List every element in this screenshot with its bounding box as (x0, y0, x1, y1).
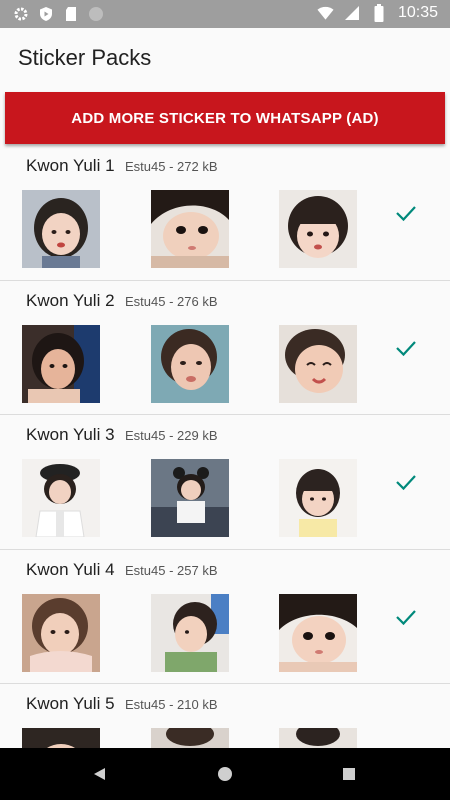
sticker-thumbnail (151, 728, 229, 748)
sticker-thumbnail (22, 324, 100, 403)
added-check-icon (396, 206, 416, 222)
sticker-pack-row[interactable]: Kwon Yuli 4 Estu45 - 257 kB (0, 550, 450, 684)
pack-meta: Estu45 - 210 kB (125, 697, 218, 712)
sticker-pack-row[interactable]: Kwon Yuli 3 Estu45 - 229 kB (0, 415, 450, 550)
pack-name: Kwon Yuli 2 (26, 290, 115, 310)
sticker-thumbnail (279, 459, 357, 537)
sd-card-icon (62, 5, 79, 22)
navigation-bar (0, 748, 450, 800)
sticker-thumbnail (279, 728, 357, 748)
add-more-sticker-ad-button[interactable]: ADD MORE STICKER TO WHATSAPP (AD) (5, 92, 445, 144)
sticker-thumbnail (22, 190, 100, 268)
sticker-thumbnail (22, 593, 100, 672)
sticker-pack-row[interactable]: Kwon Yuli 5 Estu45 - 210 kB (0, 684, 450, 748)
battery-icon (371, 4, 388, 22)
sticker-pack-row[interactable]: Kwon Yuli 2 Estu45 - 276 kB (0, 281, 450, 415)
sticker-thumbnail (151, 324, 229, 403)
added-check-icon (396, 340, 416, 356)
back-triangle-icon[interactable] (88, 762, 112, 786)
added-check-icon (396, 475, 416, 491)
pack-name: Kwon Yuli 4 (26, 559, 115, 579)
sticker-thumbnail (279, 190, 357, 268)
pack-name: Kwon Yuli 5 (26, 694, 115, 713)
sticker-thumbnail (151, 593, 229, 672)
pack-meta: Estu45 - 272 kB (125, 159, 218, 174)
recents-square-icon[interactable] (337, 762, 361, 786)
status-bar: 10:35 (0, 0, 450, 28)
sticker-thumbnail (151, 459, 229, 537)
circle-icon (87, 5, 104, 22)
sticker-thumbnail (22, 459, 100, 537)
wifi-icon (317, 5, 334, 22)
sticker-thumbnail (279, 324, 357, 403)
gear-icon (12, 5, 29, 22)
app-bar: Sticker Packs (0, 28, 450, 86)
signal-icon (344, 5, 361, 22)
sticker-thumbnail (22, 728, 100, 748)
sticker-thumbnail (279, 593, 357, 672)
sticker-pack-list[interactable]: Kwon Yuli 1 Estu45 - 272 kB Kwon Yuli 2 … (0, 146, 450, 748)
pack-name: Kwon Yuli 3 (26, 425, 115, 444)
pack-name: Kwon Yuli 1 (26, 156, 115, 175)
home-circle-icon[interactable] (213, 762, 237, 786)
pack-meta: Estu45 - 257 kB (125, 562, 218, 578)
page-title: Sticker Packs (18, 45, 152, 70)
added-check-icon (396, 609, 416, 625)
sticker-thumbnail (151, 190, 229, 268)
pack-meta: Estu45 - 229 kB (125, 428, 218, 443)
clock-time: 10:35 (397, 4, 438, 21)
shield-play-icon (37, 5, 54, 22)
pack-meta: Estu45 - 276 kB (125, 293, 218, 309)
sticker-pack-row[interactable]: Kwon Yuli 1 Estu45 - 272 kB (0, 146, 450, 281)
